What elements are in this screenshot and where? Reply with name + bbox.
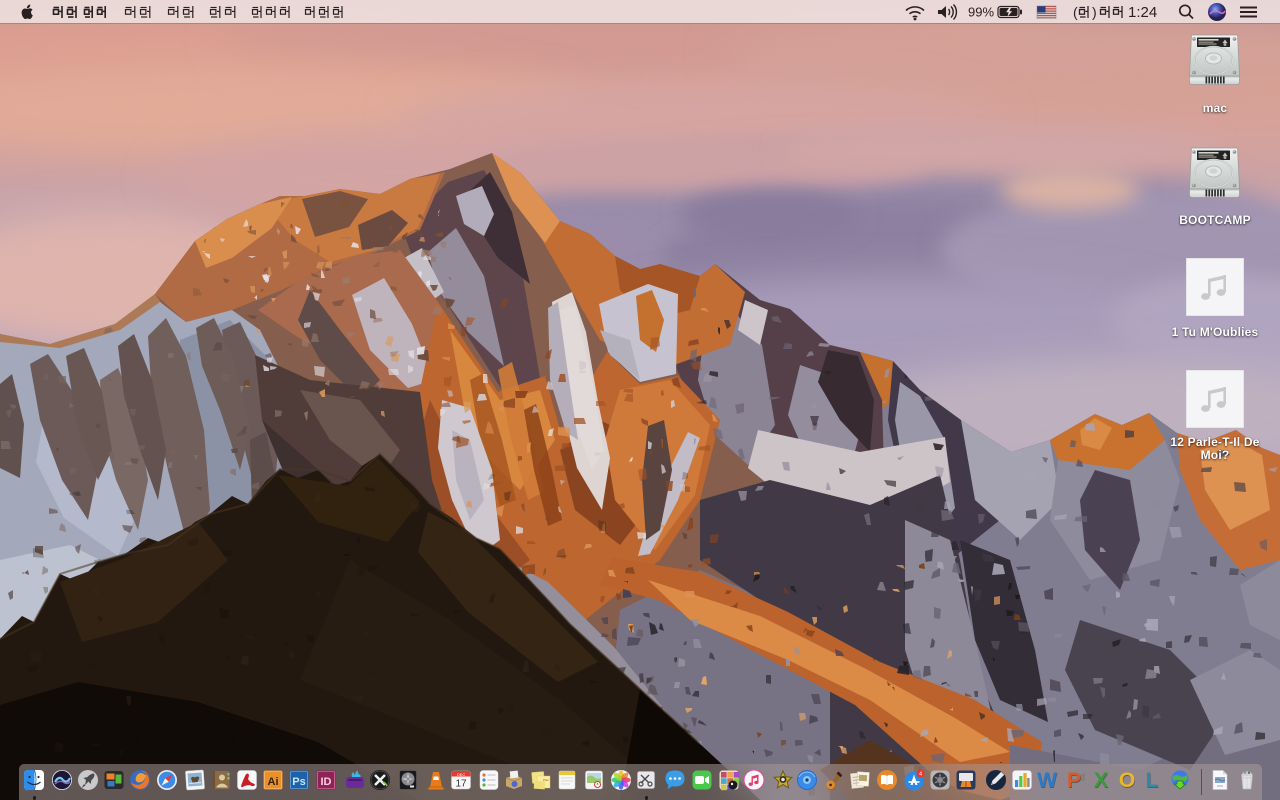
svg-text:X: X (1093, 769, 1107, 791)
svg-text:1:24: 1:24 (1128, 4, 1157, 21)
svg-text:Plan: Plan (543, 778, 549, 782)
svg-text:4: 4 (918, 771, 921, 777)
svg-text:DEC: DEC (456, 771, 465, 776)
svg-text:(: ( (1073, 4, 1078, 20)
svg-text:ID: ID (321, 776, 332, 788)
svg-text:17: 17 (455, 778, 467, 789)
svg-text:L: L (1146, 769, 1159, 791)
svg-text:P: P (1067, 769, 1081, 791)
svg-text:Ai: Ai (267, 776, 278, 788)
svg-text:O: O (1118, 769, 1134, 791)
svg-text:Ps: Ps (292, 776, 305, 788)
svg-text:): ) (1092, 4, 1097, 20)
svg-text:99%: 99% (968, 5, 994, 20)
svg-text:W: W (1037, 769, 1057, 791)
